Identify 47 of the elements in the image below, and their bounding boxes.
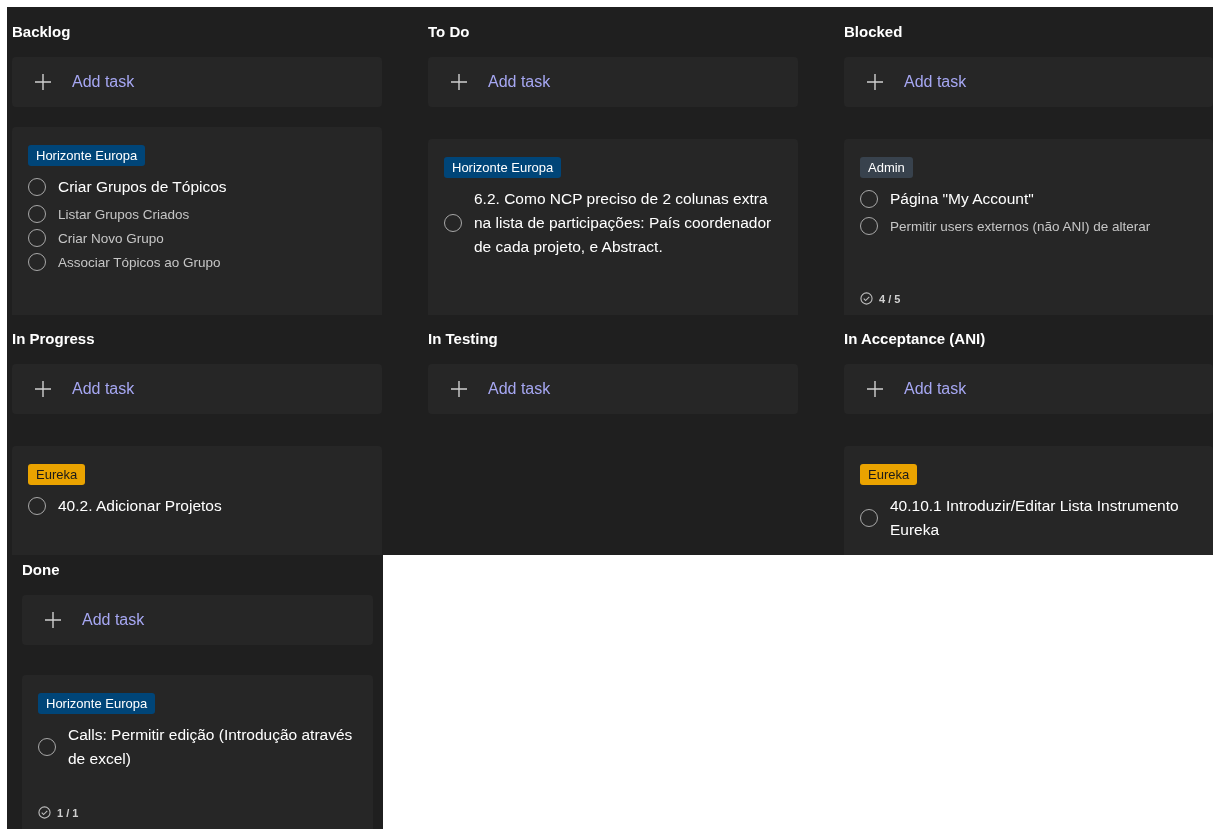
checklist-item: Listar Grupos Criados bbox=[58, 206, 190, 222]
label-tag: Horizonte Europa bbox=[38, 693, 156, 714]
checklist-item: Associar Tópicos ao Grupo bbox=[58, 254, 221, 270]
plus-icon bbox=[866, 380, 884, 398]
label-tag: Eureka bbox=[860, 464, 918, 485]
column-title: In Testing bbox=[428, 329, 499, 349]
task-title: Calls: Permitir edição (Introdução através de excel) bbox=[68, 725, 354, 769]
column-title: Done bbox=[22, 560, 61, 580]
task-card[interactable]: Horizonte Europa Criar Grupos de Tópicos Listar Grupos Criados Criar Novo Grupo Associar Tópicos ao Grupo bbox=[12, 127, 382, 315]
column-title: Backlog bbox=[12, 22, 72, 42]
task-title: Criar Grupos de Tópicos bbox=[58, 177, 227, 197]
column-title: Blocked bbox=[844, 22, 904, 42]
task-card[interactable]: Eureka 40.10.1 Introduzir/Editar Lista Instrumento Eureka bbox=[844, 446, 1213, 555]
task-card[interactable]: Horizonte Europa Calls: Permitir edição (Introdução através de excel) 1 / 1 bbox=[22, 675, 373, 829]
column-title: In Progress bbox=[12, 329, 96, 349]
task-title: Página "My Account" bbox=[890, 189, 1034, 209]
add-task-button[interactable]: Add task bbox=[428, 57, 798, 107]
plus-icon bbox=[44, 611, 62, 629]
add-task-button[interactable]: Add task bbox=[12, 364, 382, 414]
task-title: 40.2. Adicionar Projetos bbox=[58, 496, 222, 516]
checklist-count: 1 / 1 bbox=[57, 806, 79, 819]
label-tag: Eureka bbox=[28, 464, 86, 485]
check-circle-icon bbox=[860, 292, 873, 305]
plus-icon bbox=[866, 73, 884, 91]
add-task-button[interactable]: Add task bbox=[428, 364, 798, 414]
column-title: To Do bbox=[428, 22, 471, 42]
label-tag: Horizonte Europa bbox=[444, 157, 562, 178]
label-tag: Horizonte Europa bbox=[28, 145, 146, 166]
task-card[interactable]: Admin Página "My Account" Permitir users externos (não ANI) de alterar 4 / 5 bbox=[844, 139, 1213, 315]
add-task-button[interactable]: Add task bbox=[844, 364, 1213, 414]
check-circle-icon bbox=[38, 806, 51, 819]
plus-icon bbox=[34, 380, 52, 398]
checklist-count: 4 / 5 bbox=[879, 292, 901, 305]
plus-icon bbox=[450, 380, 468, 398]
task-card[interactable]: Eureka 40.2. Adicionar Projetos bbox=[12, 446, 382, 555]
label-tag: Admin bbox=[860, 157, 913, 178]
add-task-button[interactable]: Add task bbox=[12, 57, 382, 107]
add-task-button[interactable]: Add task bbox=[844, 57, 1213, 107]
plus-icon bbox=[34, 73, 52, 91]
checklist-item: Criar Novo Grupo bbox=[58, 230, 164, 246]
task-card[interactable]: Horizonte Europa 6.2. Como NCP preciso de 2 colunas extra na lista de participações: País coordenador de cada projeto, e Abstract. bbox=[428, 139, 798, 315]
column-title: In Acceptance (ANI) bbox=[844, 329, 987, 349]
checklist-item: Permitir users externos (não ANI) de alterar bbox=[890, 218, 1151, 234]
task-title: 6.2. Como NCP preciso de 2 colunas extra na lista de participações: País coordenador de cada projeto, e Abstract. bbox=[474, 189, 773, 257]
plus-icon bbox=[450, 73, 468, 91]
task-title: 40.10.1 Introduzir/Editar Lista Instrumento Eureka bbox=[890, 496, 1180, 540]
add-task-button[interactable]: Add task bbox=[22, 595, 373, 645]
